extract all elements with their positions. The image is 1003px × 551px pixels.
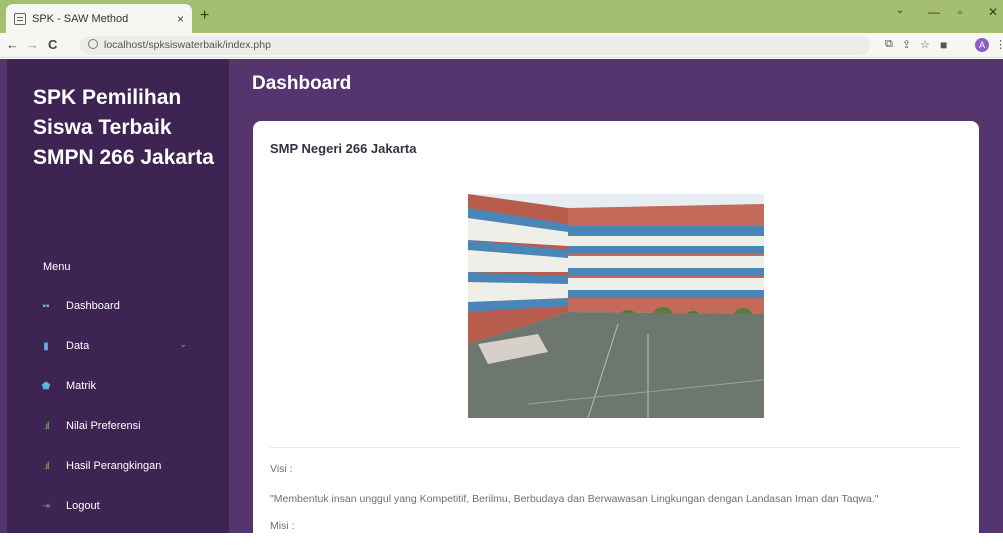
sidebar-item-label: Data bbox=[66, 340, 90, 352]
visi-text: "Membentuk insan unggul yang Kompetitif,… bbox=[270, 493, 879, 505]
sidebar-brand[interactable]: SPK Pemilihan Siswa Terbaik SMPN 266 Jak… bbox=[33, 83, 223, 173]
school-info-card: SMP Negeri 266 Jakarta Visi: "Membentuk… bbox=[253, 121, 979, 551]
maximize-icon[interactable]: ▫ bbox=[958, 5, 962, 19]
tab-search-icon[interactable]: ⌄ bbox=[896, 5, 904, 16]
sidebar-item-logout[interactable]: ⇥ Logout bbox=[7, 488, 229, 524]
sidebar-item-label: Dashboard bbox=[66, 300, 120, 312]
bar-chart-icon: .ıl bbox=[43, 420, 50, 432]
reload-icon[interactable]: C bbox=[48, 37, 57, 52]
address-bar[interactable]: localhost/spksiswaterbaik/index.php bbox=[80, 36, 870, 55]
sidebar-item-label: Nilai Preferensi bbox=[66, 420, 141, 432]
browser-menu-icon[interactable]: ⋮ bbox=[995, 38, 1003, 51]
browser-tab-bar: SPK - SAW Method × + ⌄ — ▫ ✕ bbox=[0, 0, 1003, 33]
back-icon[interactable]: ← bbox=[6, 37, 19, 52]
page-favicon-icon bbox=[14, 12, 26, 25]
browser-tab[interactable]: SPK - SAW Method × bbox=[6, 4, 192, 33]
sidebar-item-hasil-perangkingan[interactable]: .ıl Hasil Perangkingan bbox=[7, 448, 229, 484]
browser-toolbar: ← → C localhost/spksiswaterbaik/index.ph… bbox=[0, 33, 1003, 58]
file-icon: ▮ bbox=[43, 340, 49, 352]
sidebar: SPK Pemilihan Siswa Terbaik SMPN 266 Jak… bbox=[7, 59, 229, 533]
sidebar-item-label: Logout bbox=[66, 500, 100, 512]
grid-icon: ▪▪ bbox=[42, 300, 50, 312]
logout-icon: ⇥ bbox=[41, 500, 51, 512]
site-info-icon[interactable] bbox=[88, 39, 98, 49]
chevron-down-icon: ⌄ bbox=[179, 339, 187, 349]
translate-icon[interactable]: ⧉ bbox=[885, 38, 893, 51]
profile-avatar[interactable]: A bbox=[975, 38, 989, 52]
tab-close-icon[interactable]: × bbox=[177, 12, 184, 26]
close-window-icon[interactable]: ✕ bbox=[988, 5, 998, 19]
new-tab-button[interactable]: + bbox=[200, 7, 209, 25]
minimize-icon[interactable]: — bbox=[928, 5, 940, 19]
bookmark-star-icon[interactable]: ☆ bbox=[920, 38, 930, 51]
pentagon-icon: ⬟ bbox=[41, 380, 51, 392]
sidebar-item-label: Matrik bbox=[66, 380, 96, 392]
forward-icon[interactable]: → bbox=[26, 37, 39, 52]
side-panel-icon[interactable]: ■ bbox=[940, 38, 947, 52]
menu-heading: Menu bbox=[43, 261, 71, 273]
school-building-photo bbox=[468, 194, 764, 418]
card-divider bbox=[270, 447, 960, 448]
sidebar-item-dashboard[interactable]: ▪▪ Dashboard bbox=[7, 288, 229, 324]
card-title: SMP Negeri 266 Jakarta bbox=[270, 141, 417, 156]
page: SPK Pemilihan Siswa Terbaik SMPN 266 Jak… bbox=[0, 59, 1003, 551]
page-title: Dashboard bbox=[252, 73, 352, 94]
sidebar-item-label: Hasil Perangkingan bbox=[66, 460, 162, 472]
tab-title: SPK - SAW Method bbox=[32, 12, 129, 25]
sidebar-item-matrik[interactable]: ⬟ Matrik bbox=[7, 368, 229, 404]
share-icon[interactable]: ⇪ bbox=[902, 38, 911, 51]
sidebar-item-data[interactable]: ▮ Data ⌄ bbox=[7, 328, 229, 364]
misi-label: Misi : bbox=[270, 520, 295, 532]
visi-label: Visi : bbox=[270, 463, 293, 475]
url-text: localhost/spksiswaterbaik/index.php bbox=[104, 39, 271, 51]
bar-chart-icon: .ıl bbox=[43, 460, 50, 472]
sidebar-item-nilai-preferensi[interactable]: .ıl Nilai Preferensi bbox=[7, 408, 229, 444]
